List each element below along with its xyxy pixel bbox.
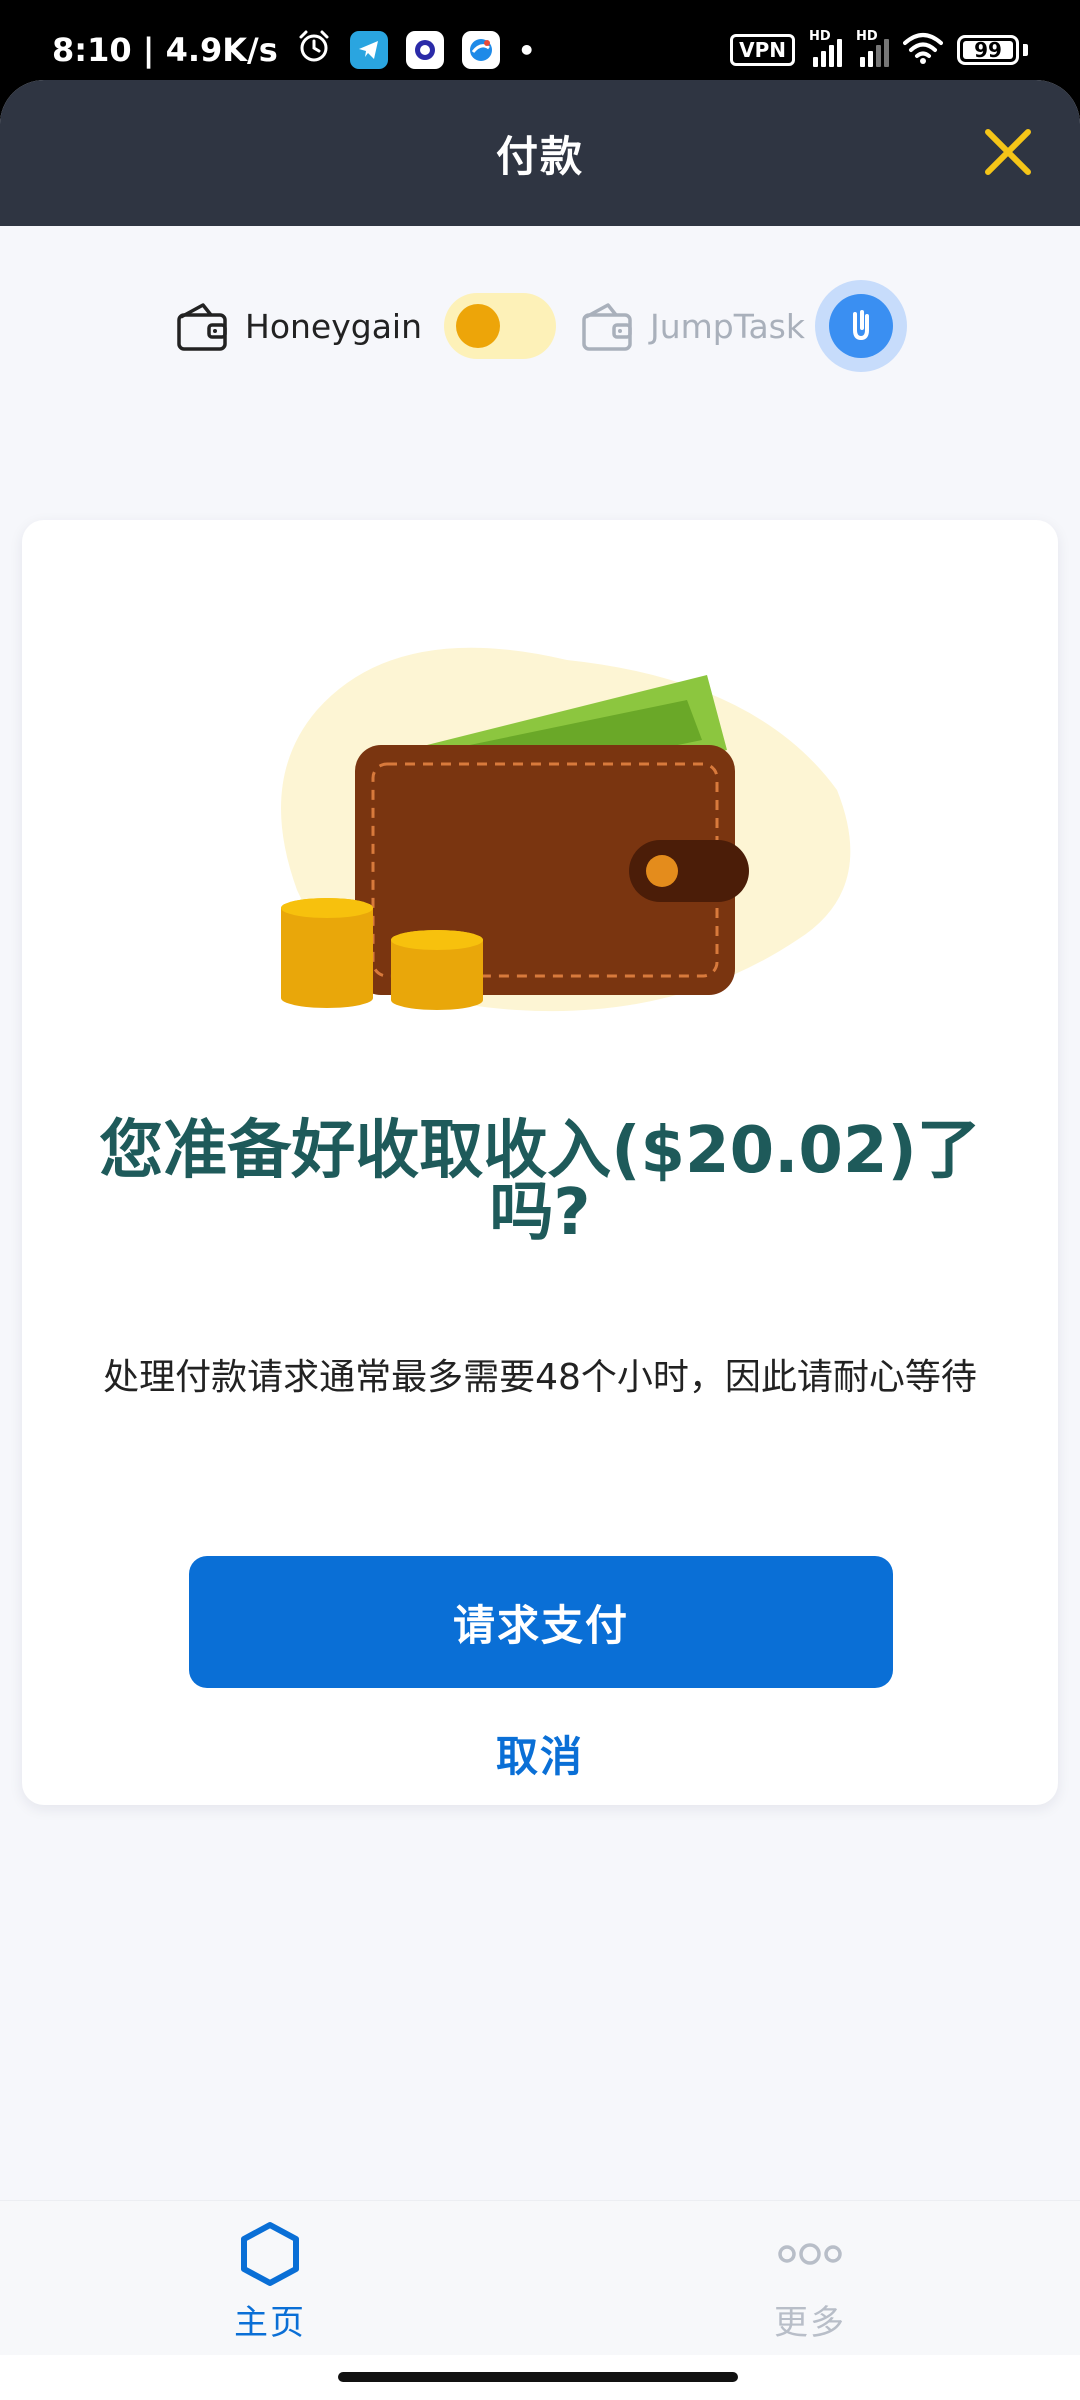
- hd-label-2: HD: [856, 29, 878, 44]
- alarm-icon: [296, 28, 332, 72]
- wallet-icon: [177, 303, 227, 351]
- home-indicator[interactable]: [338, 2372, 738, 2382]
- close-button[interactable]: [976, 120, 1040, 184]
- wifi-icon: [903, 31, 943, 69]
- nav-label-more: 更多: [774, 2303, 846, 2343]
- account-toggle-row: Honeygain JumpTask: [0, 280, 1080, 372]
- app-circle-icon: [405, 31, 444, 69]
- signal-icon-2: HD: [856, 29, 889, 67]
- payout-subtext: 处理付款请求通常最多需要48个小时，因此请耐心等待: [103, 1357, 977, 1398]
- request-payment-button[interactable]: 请求支付: [189, 1556, 893, 1688]
- nav-label-home: 主页: [234, 2303, 306, 2343]
- payment-sheet: 付款 Honeygain JumpTask 您准备好收取收入($20.02)了吗…: [0, 80, 1080, 2400]
- page-title: 付款: [495, 131, 584, 181]
- vpn-badge: VPN: [730, 34, 795, 66]
- hexagon-icon: [241, 2222, 299, 2286]
- payout-headline: 您准备好收取收入($20.02)了吗?: [99, 1114, 981, 1250]
- battery-tip: [1023, 44, 1028, 56]
- more-dots-icon: [778, 2243, 842, 2265]
- sheet-header: 付款: [0, 80, 1080, 226]
- telegram-icon: [349, 31, 388, 69]
- nav-item-more[interactable]: 更多: [540, 2201, 1080, 2355]
- honeygain-label: Honeygain: [245, 306, 423, 346]
- dot-icon: •: [517, 33, 536, 67]
- wallet-icon-inactive: [582, 303, 632, 351]
- hd-label: HD: [809, 29, 831, 44]
- account-switch[interactable]: [444, 293, 557, 359]
- honeygain-option[interactable]: Honeygain: [173, 297, 422, 355]
- close-icon: [985, 129, 1031, 175]
- wallet-illustration: [281, 647, 851, 1012]
- battery-icon: 99: [957, 35, 1019, 65]
- bottom-nav: 主页 更多: [0, 2200, 1080, 2355]
- battery-level: 99: [974, 38, 1002, 62]
- status-left: 8:10 | 4.9K/s •: [52, 28, 536, 72]
- switch-knob: [456, 304, 501, 348]
- status-right: VPN HD HD 99: [730, 29, 1028, 69]
- jumptask-logo-icon: [814, 280, 907, 372]
- jumptask-option[interactable]: JumpTask: [578, 297, 805, 355]
- signal-icon: HD: [809, 29, 842, 67]
- cancel-button[interactable]: 取消: [440, 1718, 640, 1788]
- browser-icon: [461, 31, 500, 69]
- status-time: 8:10 | 4.9K/s: [52, 31, 278, 69]
- nav-item-home[interactable]: 主页: [0, 2201, 540, 2355]
- jumptask-label: JumpTask: [650, 306, 805, 346]
- payout-card: 您准备好收取收入($20.02)了吗? 处理付款请求通常最多需要48个小时，因此…: [22, 520, 1058, 1805]
